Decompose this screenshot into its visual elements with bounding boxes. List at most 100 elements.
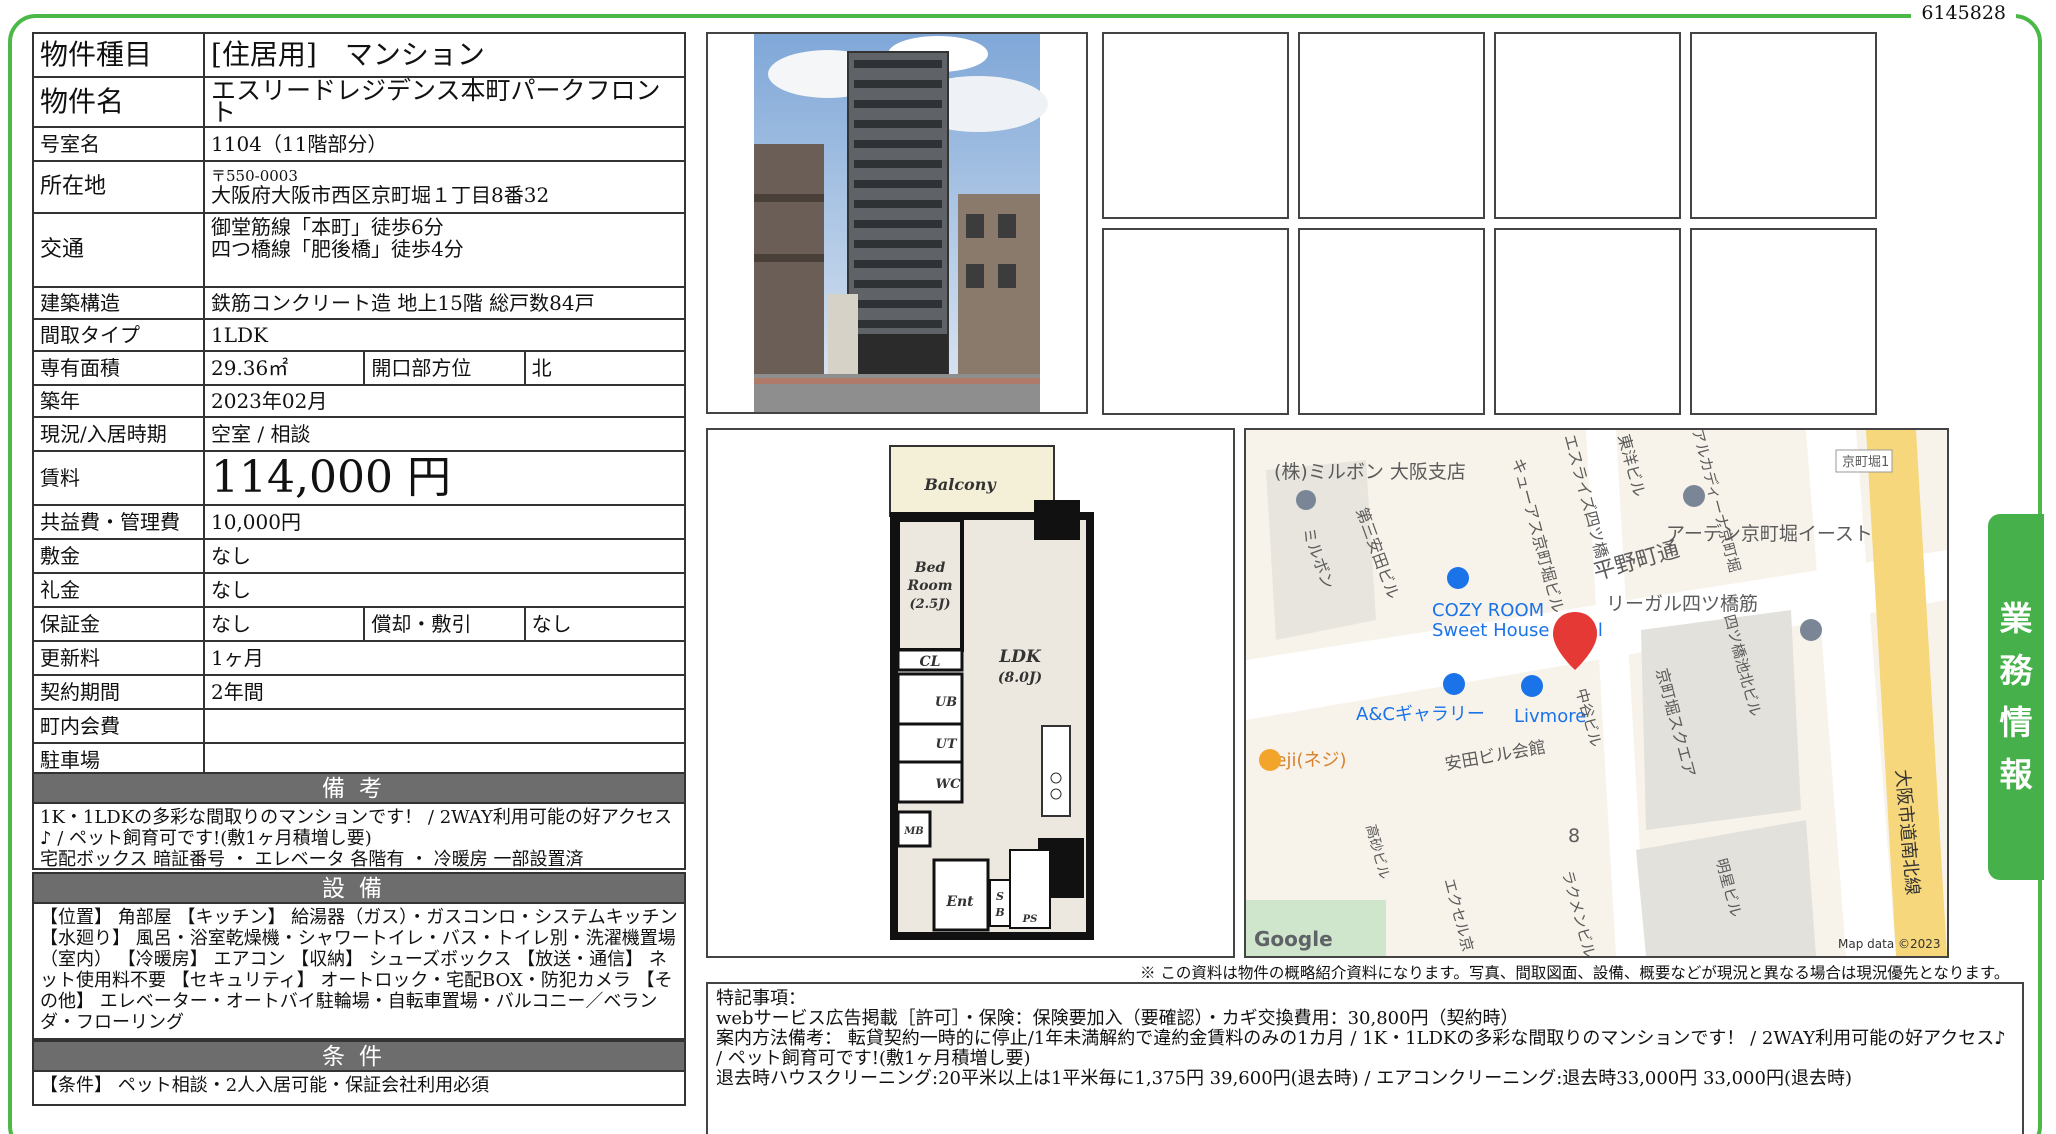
value-name: エスリードレジデンス本町パークフロント xyxy=(203,76,686,128)
side-tab-char: 報 xyxy=(1999,755,2033,794)
building-floor-band xyxy=(854,300,942,308)
biko-body: 1K・1LDKの多彩な間取りのマンションです！ / 2WAY利用可能の好アクセス… xyxy=(32,804,686,870)
label-deposit: 敷金 xyxy=(32,538,205,574)
map-label-livmore: Livmore xyxy=(1514,706,1586,727)
value-status: 空室 / 相談 xyxy=(203,416,686,452)
building-floor-band xyxy=(854,220,942,228)
map-label-block: 8 xyxy=(1568,825,1580,847)
building-floor-band xyxy=(854,280,942,288)
side-tab-business-info[interactable]: 業 務 情 報 xyxy=(1988,514,2044,880)
value-type: [住居用] マンション xyxy=(203,32,686,78)
building-floor-band xyxy=(854,120,942,128)
label-amortization: 償却・敷引 xyxy=(363,606,526,642)
building-floor-band xyxy=(854,160,942,168)
building-photo[interactable] xyxy=(706,32,1088,414)
building-floor-band xyxy=(854,80,942,88)
property-spec-table: 物件種目 [住居用] マンション 物件名 エスリードレジデンス本町パークフロント… xyxy=(32,32,687,778)
map-label-station-sign: 京町堀1 xyxy=(1842,455,1889,470)
label-bedroom-2: Room xyxy=(906,578,952,594)
label-ldk: LDK xyxy=(998,647,1042,667)
value-orientation: 北 xyxy=(523,350,687,386)
biko-header: 備考 xyxy=(32,772,686,804)
label-structure: 建築構造 xyxy=(32,286,205,320)
floor-plan-drawing: Balcony Bed Room (2.5J) CL LDK (8.0J) UB… xyxy=(708,430,1233,956)
value-guarantee: なし xyxy=(202,606,366,642)
value-structure: 鉄筋コンクリート造 地上15階 総戸数84戸 xyxy=(203,286,686,320)
label-closet: CL xyxy=(920,654,941,670)
postal-code: 〒550-0003 xyxy=(211,166,298,185)
label-renewal: 更新料 xyxy=(32,640,205,676)
label-sb-1: S xyxy=(996,890,1004,903)
value-deposit: なし xyxy=(203,538,686,574)
building-floor-band xyxy=(854,260,942,268)
building-floor-band xyxy=(854,180,942,188)
building-floor-band xyxy=(854,320,942,328)
label-area: 専有面積 xyxy=(32,350,205,386)
value-renewal: 1ヶ月 xyxy=(203,640,686,676)
thumbnail-5[interactable] xyxy=(1102,228,1289,415)
label-built: 築年 xyxy=(32,384,205,418)
label-orientation: 開口部方位 xyxy=(363,350,526,386)
label-term: 契約期間 xyxy=(32,674,205,710)
label-access: 交通 xyxy=(32,212,205,288)
label-guarantee: 保証金 xyxy=(32,606,205,642)
value-access: 御堂筋線「本町」徒歩6分 四つ橋線「肥後橋」徒歩4分 xyxy=(203,212,686,288)
building-photo-image xyxy=(754,34,1048,412)
map-canvas: (株)ミルボン 大阪支店 アーデン京町堀イースト リーガル四ツ橋筋 平野町通 C… xyxy=(1246,430,1947,956)
label-bedroom-size: (2.5J) xyxy=(909,597,950,612)
building-floor-band xyxy=(854,100,942,108)
map-label-arden: アーデン京町堀イースト xyxy=(1666,523,1873,545)
address-text: 大阪府大阪市西区京町堀１丁目8番32 xyxy=(211,182,550,207)
remarks-line-2: 案内方法備考： 転貸契約一時的に停止/1年未満解約で違約金賃料のみの1カ月 / … xyxy=(716,1028,2006,1069)
thumbnail-1[interactable] xyxy=(1102,32,1289,219)
map-label-ac-gallery: A&Cギャラリー xyxy=(1356,704,1485,725)
label-name: 物件名 xyxy=(32,76,205,128)
label-ldk-size: (8.0J) xyxy=(998,670,1042,686)
biko-section: 備考 1K・1LDKの多彩な間取りのマンションです！ / 2WAY利用可能の好ア… xyxy=(32,772,686,870)
label-entrance: Ent xyxy=(945,894,974,910)
special-remarks: 特記事項： webサービス広告掲載［許可］・保険：保険要加入（要確認）・カギ交換… xyxy=(706,982,2024,1134)
value-room: 1104（11階部分） xyxy=(203,126,686,162)
thumbnail-2[interactable] xyxy=(1298,32,1485,219)
access-line-1: 御堂筋線「本町」徒歩6分 xyxy=(211,215,444,239)
value-community xyxy=(203,708,686,744)
building-floor-band xyxy=(854,200,942,208)
label-type: 物件種目 xyxy=(32,32,205,78)
value-fee: 10,000円 xyxy=(203,504,686,540)
value-key-money: なし xyxy=(203,572,686,608)
map-label-cozy-room: COZY ROOM xyxy=(1432,600,1544,621)
floor-plan[interactable]: Balcony Bed Room (2.5J) CL LDK (8.0J) UB… xyxy=(706,428,1235,958)
remarks-title: 特記事項： xyxy=(716,988,806,1009)
label-wc: WC xyxy=(936,777,962,792)
biko-line-1: 1K・1LDKの多彩な間取りのマンションです！ / 2WAY利用可能の好アクセス… xyxy=(40,807,672,849)
thumbnail-6[interactable] xyxy=(1298,228,1485,415)
remarks-line-3: 退去時ハウスクリーニング:20平米以上は1平米毎に1,375円 39,600円(… xyxy=(716,1068,1852,1089)
map-google-logo: Google xyxy=(1254,927,1333,951)
biko-line-2: 宅配ボックス 暗証番号 ・ エレベータ 各階有 ・ 冷暖房 一部設置済 xyxy=(40,849,584,870)
setsubi-body: 【位置】 角部屋 【キッチン】 給湯器（ガス）・ガスコンロ・システムキッチン 【… xyxy=(32,904,686,1040)
building-floor-band xyxy=(854,140,942,148)
side-tab-char: 務 xyxy=(1999,651,2033,690)
label-fee: 共益費・管理費 xyxy=(32,504,205,540)
label-unit-bath: UB xyxy=(935,695,957,710)
side-tab-char: 業 xyxy=(1999,599,2033,638)
map-label-regal: リーガル四ツ橋筋 xyxy=(1606,593,1758,615)
value-amortization: なし xyxy=(523,606,687,642)
value-layout: 1LDK xyxy=(203,318,686,352)
label-key-money: 礼金 xyxy=(32,572,205,608)
value-term: 2年間 xyxy=(203,674,686,710)
label-sb-2: B xyxy=(994,906,1004,919)
setsubi-header: 設備 xyxy=(32,872,686,904)
joken-header: 条件 xyxy=(32,1040,686,1072)
location-map[interactable]: (株)ミルボン 大阪支店 アーデン京町堀イースト リーガル四ツ橋筋 平野町通 C… xyxy=(1244,428,1949,958)
label-mb: MB xyxy=(903,826,924,837)
thumbnail-8[interactable] xyxy=(1690,228,1877,415)
label-status: 現況/入居時期 xyxy=(32,416,205,452)
building-floor-band xyxy=(854,60,942,68)
thumbnail-3[interactable] xyxy=(1494,32,1681,219)
thumbnail-7[interactable] xyxy=(1494,228,1681,415)
joken-section: 条件 【条件】 ペット相談・2人入居可能・保証会社利用必須 xyxy=(32,1040,686,1106)
joken-body: 【条件】 ペット相談・2人入居可能・保証会社利用必須 xyxy=(32,1072,686,1106)
thumbnail-4[interactable] xyxy=(1690,32,1877,219)
building-floor-band xyxy=(854,240,942,248)
